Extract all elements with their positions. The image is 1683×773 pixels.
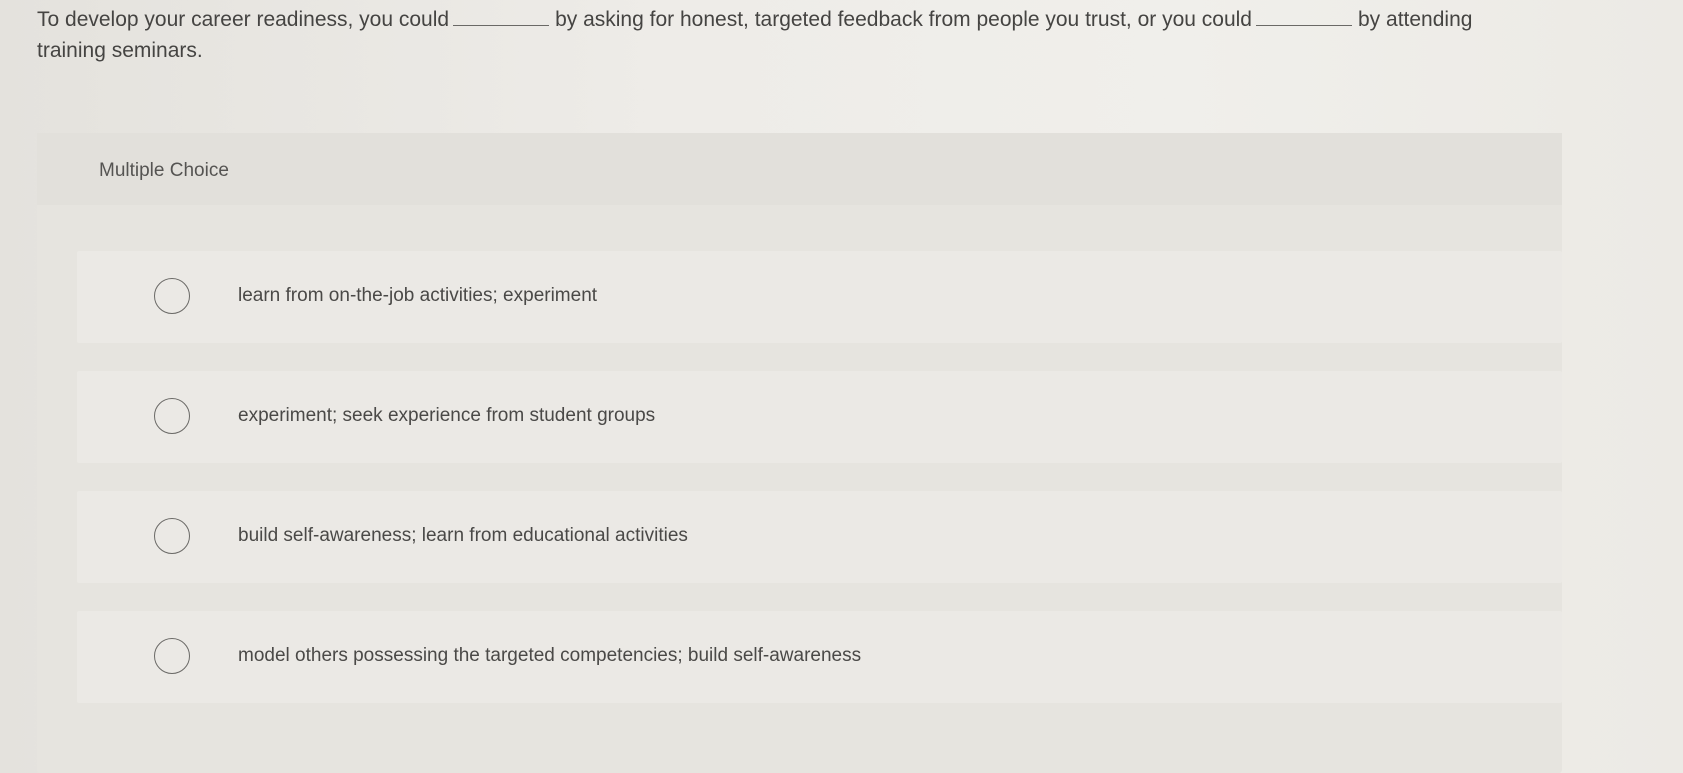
option-label: model others possessing the targeted com… bbox=[238, 645, 862, 666]
panel-header: Multiple Choice bbox=[37, 133, 1562, 205]
question-part-2: by asking for honest, targeted feedback … bbox=[555, 8, 1252, 31]
answer-option-2[interactable]: experiment; seek experience from student… bbox=[77, 371, 1562, 463]
answer-option-1[interactable]: learn from on-the-job activities; experi… bbox=[77, 251, 1562, 343]
option-label: build self-awareness; learn from educati… bbox=[238, 525, 688, 546]
radio-empty-icon[interactable] bbox=[154, 638, 190, 674]
question-part-1: To develop your career readiness, you co… bbox=[37, 8, 450, 31]
answer-option-3[interactable]: build self-awareness; learn from educati… bbox=[77, 491, 1562, 583]
answer-blank-2 bbox=[1256, 7, 1352, 26]
question-text: To develop your career readiness, you co… bbox=[37, 4, 1537, 66]
answer-blank-1 bbox=[453, 7, 550, 26]
multiple-choice-panel: Multiple Choice learn from on-the-job ac… bbox=[37, 133, 1562, 773]
radio-empty-icon[interactable] bbox=[154, 518, 190, 554]
radio-empty-icon[interactable] bbox=[154, 278, 190, 314]
option-label: experiment; seek experience from student… bbox=[238, 405, 656, 426]
question-type-label: Multiple Choice bbox=[99, 160, 229, 181]
radio-empty-icon[interactable] bbox=[154, 398, 190, 434]
answer-option-4[interactable]: model others possessing the targeted com… bbox=[77, 611, 1562, 703]
option-label: learn from on-the-job activities; experi… bbox=[238, 285, 598, 306]
